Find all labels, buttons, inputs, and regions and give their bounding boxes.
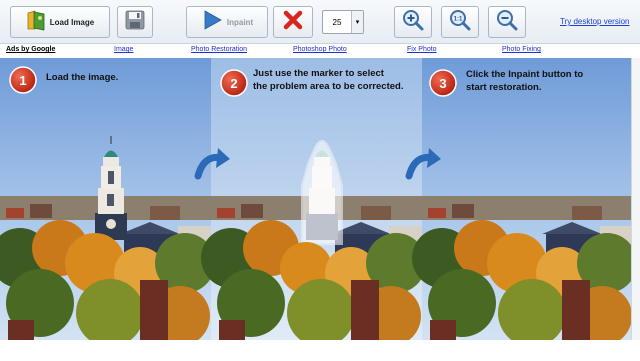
step-text-line2: the problem area to be corrected. <box>253 81 403 92</box>
close-icon <box>282 9 304 36</box>
right-margin <box>632 58 640 340</box>
ad-link-photo-restoration[interactable]: Photo Restoration <box>191 46 247 53</box>
panel-step-1 <box>0 58 215 340</box>
ad-link-image[interactable]: Image <box>114 46 133 53</box>
clear-button[interactable] <box>273 6 313 38</box>
toolbar: Load Image Inpaint 25 ▾ 1:1 Try desktop … <box>0 0 640 44</box>
play-icon <box>201 9 223 36</box>
load-image-button[interactable]: Load Image <box>10 6 110 38</box>
folder-image-icon <box>26 9 46 36</box>
app-window: Load Image Inpaint 25 ▾ 1:1 Try desktop … <box>0 0 640 361</box>
panel-step-2 <box>201 58 426 340</box>
bottom-margin <box>0 340 640 361</box>
zoom-out-icon <box>495 8 519 37</box>
zoom-reset-button[interactable]: 1:1 <box>441 6 479 38</box>
step-text-line1: Click the Inpaint button to <box>466 69 583 80</box>
step-text-line2: start restoration. <box>466 82 542 93</box>
load-image-label: Load Image <box>49 17 95 27</box>
ad-link-photo-fixing[interactable]: Photo Fixing <box>502 46 541 53</box>
step-number: 1 <box>19 73 26 88</box>
chevron-down-icon: ▾ <box>351 11 363 33</box>
step-text-line1: Just use the marker to select <box>253 68 385 79</box>
save-icon <box>124 9 146 36</box>
ads-bar: Ads by Google Image Photo Restoration Ph… <box>0 44 640 58</box>
ad-link-photoshop-photo[interactable]: Photoshop Photo <box>293 46 347 53</box>
step-text-line1: Load the image. <box>46 72 118 83</box>
svg-text:1:1: 1:1 <box>454 16 463 22</box>
zoom-in-button[interactable] <box>394 6 432 38</box>
step-number: 3 <box>439 76 446 91</box>
zoom-1-1-icon: 1:1 <box>448 8 472 37</box>
zoom-level-value: 25 <box>332 17 342 27</box>
zoom-in-icon <box>401 8 425 37</box>
panel-step-3 <box>412 58 631 340</box>
zoom-level-select[interactable]: 25 ▾ <box>322 10 364 34</box>
ad-link-fix-photo[interactable]: Fix Photo <box>407 46 437 53</box>
inpaint-button[interactable]: Inpaint <box>186 6 268 38</box>
save-button[interactable] <box>117 6 153 38</box>
step-number: 2 <box>230 76 237 91</box>
instruction-image: 1 Load the image. 2 Just use the marker … <box>0 58 632 340</box>
inpaint-label: Inpaint <box>226 17 254 27</box>
try-desktop-version-link[interactable]: Try desktop version <box>560 17 640 26</box>
ads-by-google-label[interactable]: Ads by Google <box>6 46 55 53</box>
zoom-out-button[interactable] <box>488 6 526 38</box>
